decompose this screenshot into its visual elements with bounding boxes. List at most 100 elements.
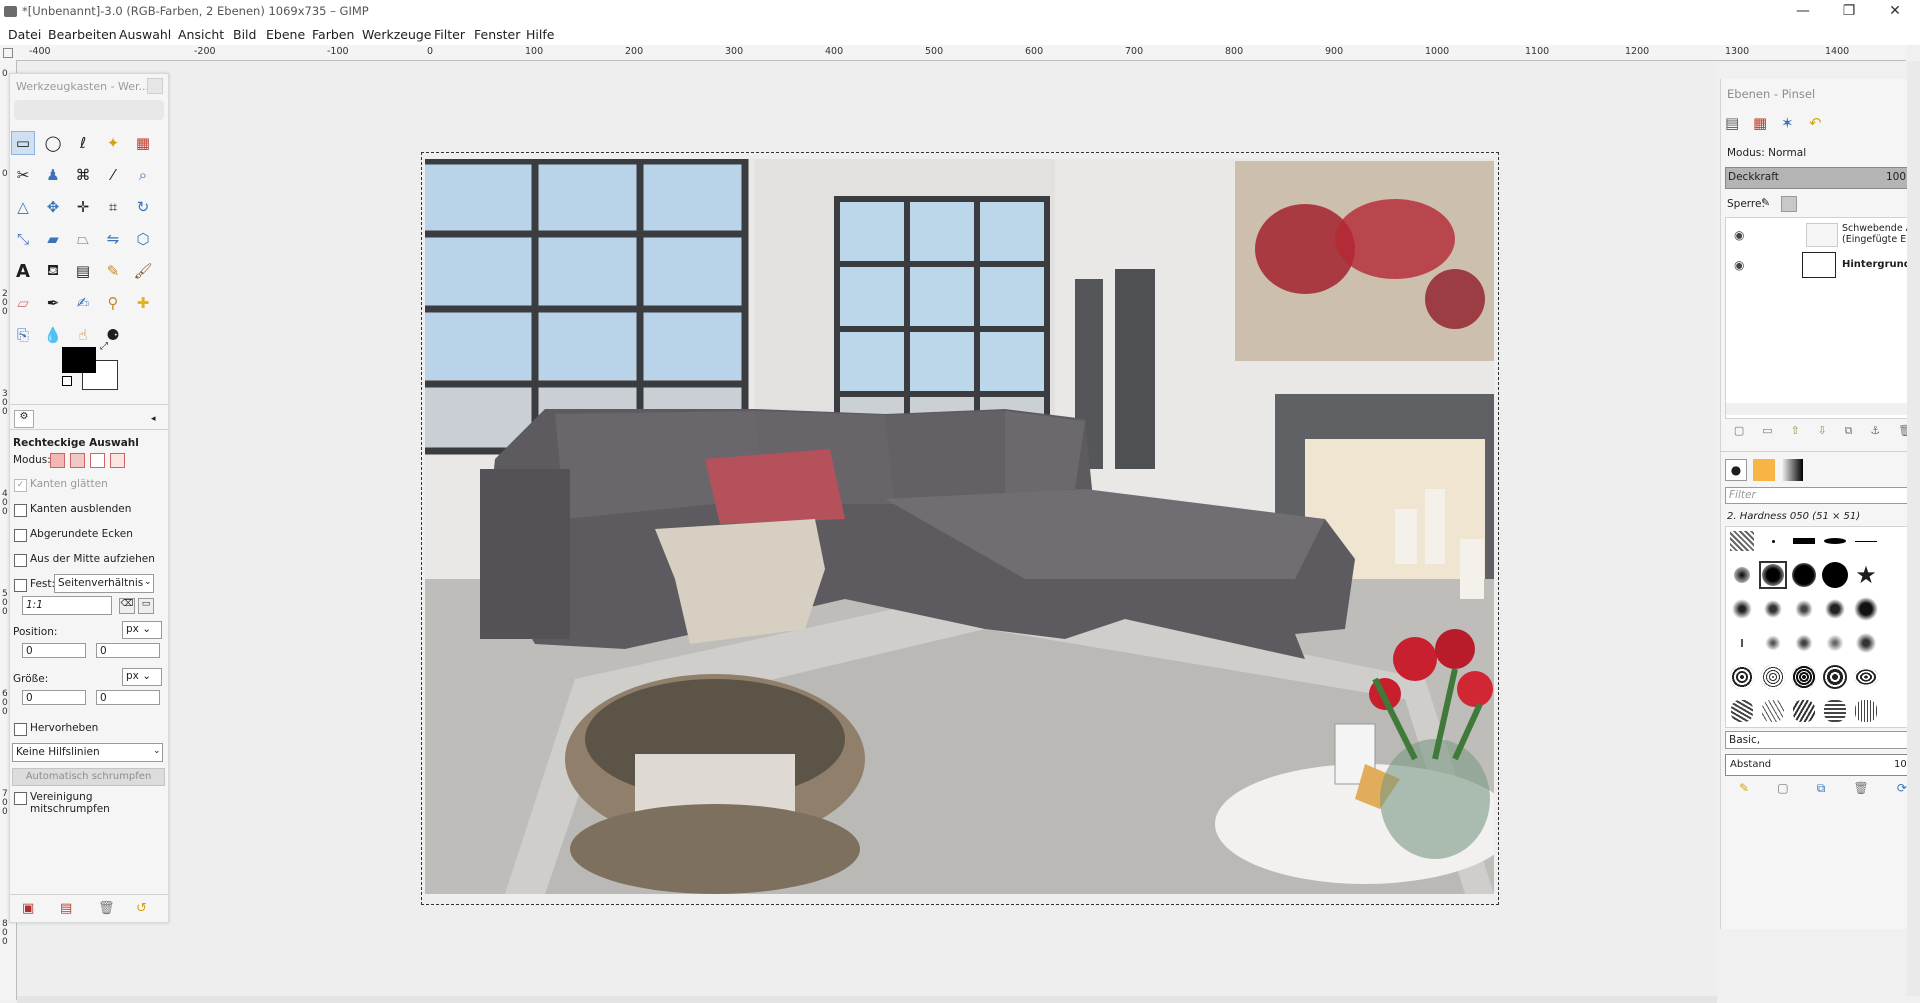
brush-item[interactable] <box>1759 663 1787 691</box>
brush-item[interactable] <box>1759 697 1787 725</box>
opacity-slider[interactable]: Deckkraft 100.0 <box>1725 167 1920 189</box>
clone-icon[interactable]: ⚲ <box>101 291 125 315</box>
lock-alpha-icon[interactable] <box>1781 196 1797 212</box>
save-preset-icon[interactable]: ▣ <box>22 901 34 916</box>
brush-item[interactable] <box>1728 629 1756 657</box>
canvas-horizontal-scrollbar[interactable] <box>17 996 1717 1003</box>
image-canvas[interactable] <box>425 159 1494 894</box>
eye-icon[interactable]: ◉ <box>1734 228 1744 242</box>
star-brush-icon[interactable]: ★ <box>1852 561 1880 589</box>
close-window-button[interactable]: ✕ <box>1872 0 1918 24</box>
menu-filter[interactable]: Filter <box>434 27 465 42</box>
brush-item[interactable] <box>1728 663 1756 691</box>
brush-item[interactable] <box>1852 527 1880 555</box>
heal-icon[interactable]: ✚ <box>131 291 155 315</box>
configure-tab-icon[interactable]: ◂ <box>151 414 156 424</box>
brush-item[interactable] <box>1790 561 1818 589</box>
brush-item[interactable] <box>1790 663 1818 691</box>
cage-transform-icon[interactable]: ⬡ <box>131 227 155 251</box>
rotate-icon[interactable]: ↻ <box>131 195 155 219</box>
foreground-select-icon[interactable]: ♟ <box>41 163 65 187</box>
ruler-corner[interactable] <box>0 45 16 61</box>
brush-item-selected[interactable] <box>1759 561 1787 589</box>
aspect-ratio-input[interactable]: 1:1 <box>22 596 112 615</box>
edit-brush-icon[interactable]: ✎ <box>1739 781 1749 799</box>
size-y-input[interactable]: 0 <box>96 690 160 705</box>
brush-item[interactable] <box>1728 697 1756 725</box>
feather-checkbox[interactable] <box>14 504 27 517</box>
brush-item[interactable] <box>1852 595 1880 623</box>
patterns-tab-icon[interactable] <box>1753 459 1775 481</box>
paths-tab-icon[interactable]: ✶ <box>1781 114 1805 136</box>
maximize-button[interactable]: ❐ <box>1826 0 1872 24</box>
fuzzy-select-icon[interactable]: ✦ <box>101 131 125 155</box>
highlight-checkbox[interactable] <box>14 723 27 736</box>
brush-item[interactable] <box>1821 527 1849 555</box>
perspective-icon[interactable]: ⏢ <box>71 227 95 251</box>
brush-item[interactable] <box>1821 697 1849 725</box>
rounded-corners-checkbox[interactable] <box>14 529 27 542</box>
brush-item[interactable] <box>1759 595 1787 623</box>
layers-tab-icon[interactable]: ▤ <box>1725 114 1749 136</box>
channels-tab-icon[interactable]: ▦ <box>1753 114 1777 136</box>
fixed-mode-select[interactable]: Seitenverhältnis <box>54 574 154 593</box>
perspective-clone-icon[interactable]: ⎘ <box>11 323 35 347</box>
brush-item[interactable] <box>1728 527 1756 555</box>
paintbrush-icon[interactable]: 🖌 <box>131 259 155 283</box>
brush-preset-select[interactable]: Basic, <box>1725 731 1920 749</box>
crop-icon[interactable]: ⌗ <box>101 195 125 219</box>
scale-icon[interactable]: ⤡ <box>11 227 35 251</box>
mode-subtract-icon[interactable] <box>90 453 105 468</box>
mode-replace-icon[interactable] <box>50 453 65 468</box>
blur-icon[interactable]: 💧 <box>41 323 65 347</box>
lock-pixels-icon[interactable]: ✎ <box>1761 196 1777 212</box>
bucket-fill-icon[interactable]: ⛾ <box>41 259 65 283</box>
refresh-brushes-icon[interactable]: ⟳ <box>1897 781 1907 799</box>
eye-icon[interactable]: ◉ <box>1734 258 1744 272</box>
eraser-icon[interactable]: ▱ <box>11 291 35 315</box>
brush-item[interactable] <box>1852 629 1880 657</box>
flip-icon[interactable]: ⇋ <box>101 227 125 251</box>
rect-select-icon[interactable]: ▭ <box>11 131 35 155</box>
mode-add-icon[interactable] <box>70 453 85 468</box>
brushes-tab-icon[interactable]: ● <box>1725 459 1747 481</box>
brush-item[interactable] <box>1728 595 1756 623</box>
color-select-icon[interactable]: ▦ <box>131 131 155 155</box>
brush-filter-input[interactable]: Filter <box>1725 487 1920 504</box>
smudge-icon[interactable]: ☝ <box>71 323 95 347</box>
menu-hilfe[interactable]: Hilfe <box>526 27 554 42</box>
undo-history-tab-icon[interactable]: ↶ <box>1809 114 1833 136</box>
brush-item[interactable] <box>1821 663 1849 691</box>
shear-icon[interactable]: ▰ <box>41 227 65 251</box>
color-picker-icon[interactable]: ⁄ <box>101 163 125 187</box>
default-colors-icon[interactable] <box>62 376 72 386</box>
portrait-landscape-icon[interactable]: ▭ <box>138 598 154 614</box>
paths-icon[interactable]: ⌘ <box>71 163 95 187</box>
horizontal-scrollbar[interactable] <box>1726 403 1920 415</box>
spacing-slider[interactable]: Abstand 10.0 <box>1725 754 1920 776</box>
position-unit-select[interactable]: px ⌄ <box>122 621 162 639</box>
ink-icon[interactable]: ✍ <box>71 291 95 315</box>
brush-item[interactable] <box>1759 629 1787 657</box>
measure-icon[interactable]: △ <box>11 195 35 219</box>
brush-item[interactable] <box>1821 561 1849 589</box>
antialias-checkbox[interactable]: ✓ <box>14 479 27 492</box>
swap-colors-icon[interactable]: ⤢ <box>100 341 108 352</box>
brush-item[interactable] <box>1790 629 1818 657</box>
guides-select[interactable]: Keine Hilfslinien <box>12 743 163 762</box>
shrink-merged-checkbox[interactable] <box>14 792 27 805</box>
duplicate-layer-icon[interactable]: ⧉ <box>1845 424 1853 442</box>
raise-layer-icon[interactable]: ⇧ <box>1790 424 1799 442</box>
move-icon[interactable]: ✥ <box>41 195 65 219</box>
chevron-down-icon[interactable]: ⌄ <box>153 746 161 756</box>
brush-item[interactable] <box>1728 561 1756 589</box>
ellipse-select-icon[interactable]: ◯ <box>41 131 65 155</box>
menu-ansicht[interactable]: Ansicht <box>178 27 224 42</box>
size-x-input[interactable]: 0 <box>22 690 86 705</box>
lasso-select-icon[interactable]: ℓ <box>71 131 95 155</box>
trash-icon[interactable]: ⌫ <box>119 598 135 614</box>
delete-preset-icon[interactable]: 🗑 <box>98 901 115 916</box>
auto-shrink-button[interactable]: Automatisch schrumpfen <box>12 768 165 786</box>
text-icon[interactable]: A <box>11 259 35 283</box>
toolbox-close-button[interactable] <box>147 78 163 94</box>
